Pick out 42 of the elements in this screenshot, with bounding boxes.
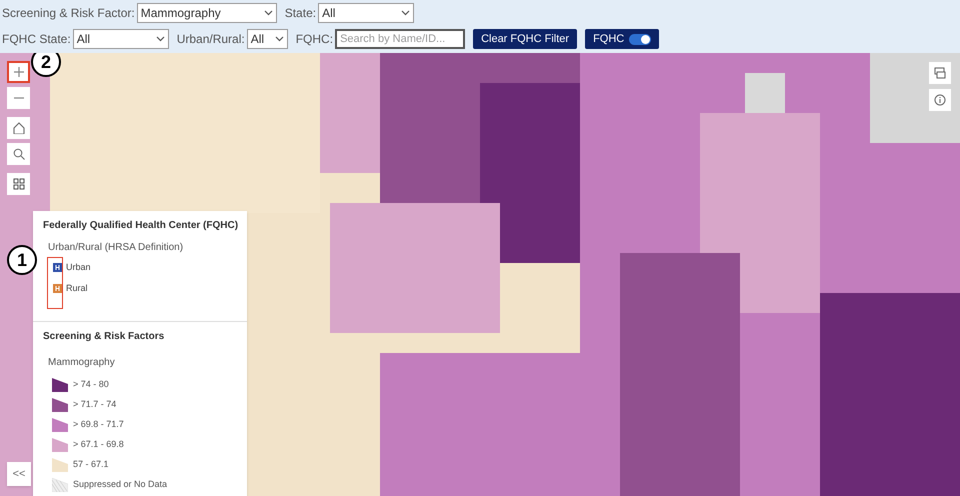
dropdown[interactable]: All xyxy=(246,29,288,49)
dropdown[interactable]: Mammography xyxy=(136,3,277,23)
legend-label: 57 - 67.1 xyxy=(73,458,109,471)
search-icon xyxy=(12,148,24,160)
legend-subtitle: Urban/Rural (HRSA Definition) xyxy=(48,241,184,255)
legend-title: Federally Qualified Health Center (FQHC) xyxy=(43,219,238,233)
caret-icon xyxy=(401,10,410,16)
legend-label: > 71.7 - 74 xyxy=(73,398,116,411)
home-button[interactable] xyxy=(7,117,30,139)
field-label: FQHC State: xyxy=(2,31,71,48)
fqhc-toggle[interactable]: FQHC xyxy=(585,29,660,49)
info-button[interactable] xyxy=(929,89,951,111)
legend-label: > 69.8 - 71.7 xyxy=(73,418,124,431)
layers-button[interactable] xyxy=(929,62,951,84)
legend-subtitle: Mammography xyxy=(48,356,115,370)
dropdown[interactable]: All xyxy=(318,3,414,23)
collapse-button[interactable]: << xyxy=(7,462,31,486)
field-label: Screening & Risk Factor: xyxy=(2,5,135,22)
legend-label: Suppressed or No Data xyxy=(73,478,168,491)
caret-icon xyxy=(274,36,284,42)
legend-label: Rural xyxy=(66,282,88,294)
info-icon xyxy=(934,94,946,106)
highlight-frame xyxy=(47,257,63,309)
legend-label: Urban xyxy=(66,261,91,274)
legend-title: Screening & Risk Factors xyxy=(43,330,164,344)
search-button[interactable] xyxy=(7,143,30,165)
zoom-in-button[interactable] xyxy=(7,61,30,83)
caret-icon xyxy=(264,10,273,16)
clear-filter-button[interactable]: Clear FQHC Filter xyxy=(473,29,578,49)
field-label: FQHC: xyxy=(296,31,334,48)
layers-icon xyxy=(934,67,946,79)
zoom-in-icon xyxy=(12,66,24,78)
field-label: Urban/Rural: xyxy=(176,31,245,48)
grid-icon xyxy=(12,178,24,190)
legend-label: > 67.1 - 69.8 xyxy=(73,438,124,451)
field-label: State: xyxy=(284,5,316,22)
caret-icon xyxy=(156,36,165,42)
home-icon xyxy=(12,122,24,134)
basemap-button[interactable] xyxy=(7,173,30,195)
dropdown[interactable]: All xyxy=(72,29,169,49)
legend-label: > 74 - 80 xyxy=(73,378,109,391)
search-field[interactable]: Search by Name/ID... xyxy=(335,29,466,49)
